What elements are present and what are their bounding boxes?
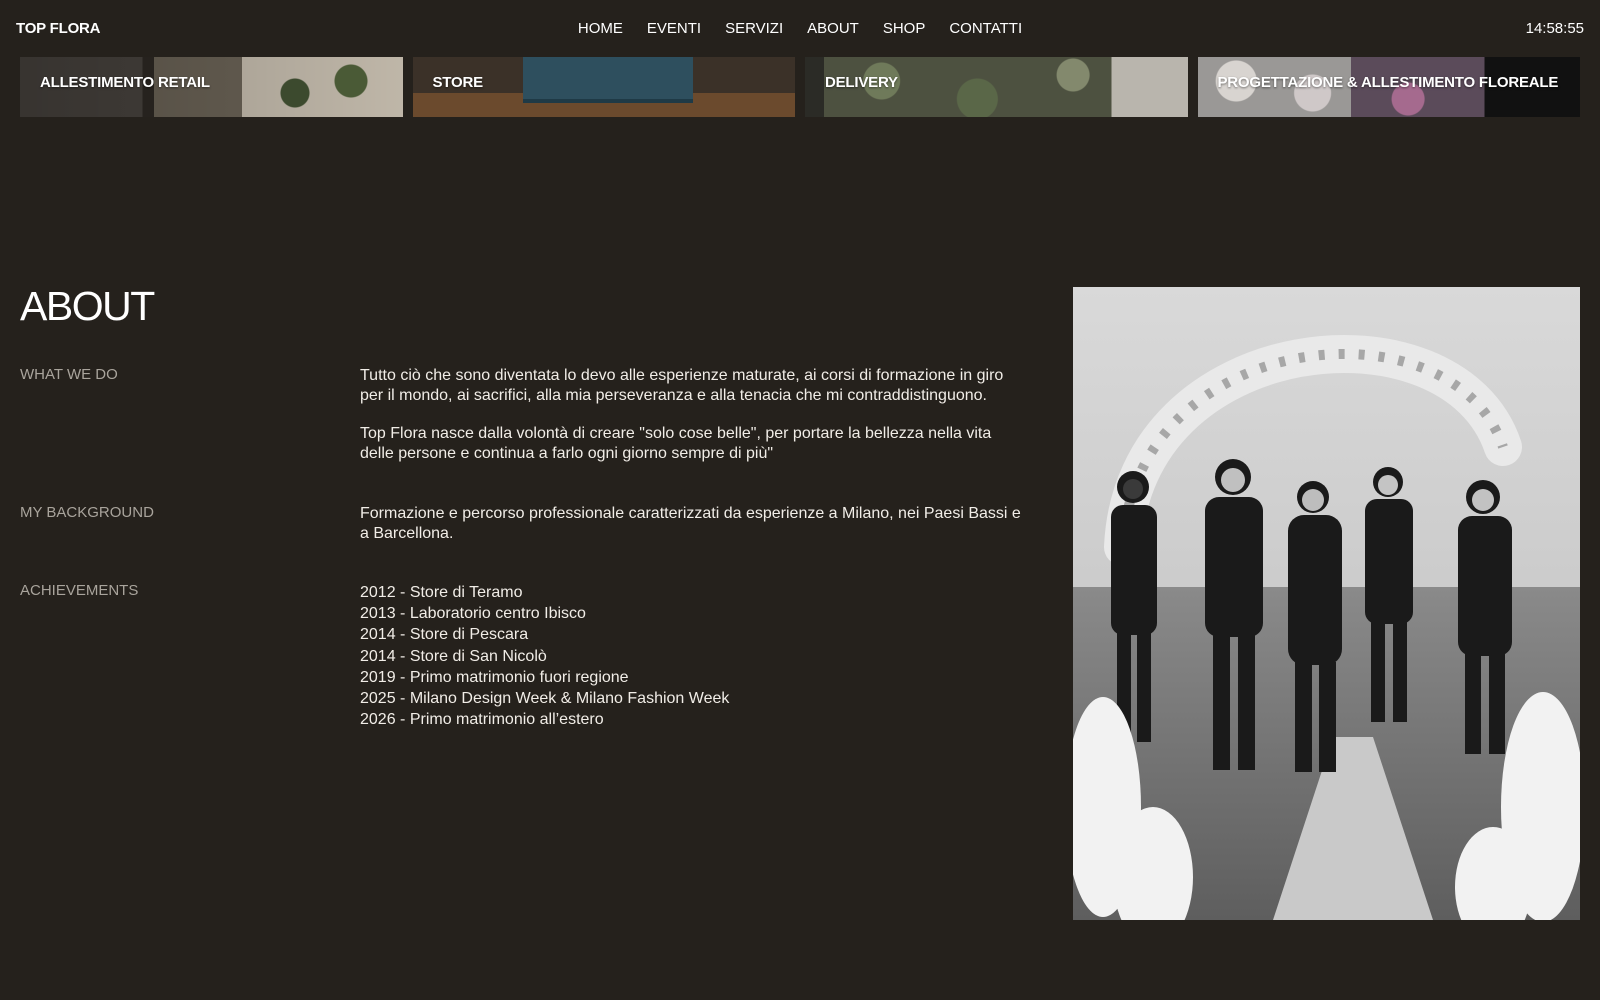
achievements-row: ACHIEVEMENTS 2012 - Store di Teramo 2013…: [20, 582, 1025, 730]
background-text: Formazione e percorso professionale cara…: [360, 505, 1021, 542]
nav-contatti[interactable]: CONTATTI: [949, 20, 1022, 37]
service-label: PROGETTAZIONE & ALLESTIMENTO FLOREALE: [1217, 74, 1559, 91]
service-label: STORE: [432, 74, 484, 91]
nav-home[interactable]: HOME: [578, 20, 623, 37]
team-photo: [1073, 287, 1580, 920]
service-label: ALLESTIMENTO RETAIL: [40, 74, 210, 91]
achievement-item: 2019 - Primo matrimonio fuori regione: [360, 668, 629, 686]
what-we-do-paragraph: Tutto ciò che sono diventata lo devo all…: [360, 367, 1004, 404]
team-photo-illustration: [1073, 287, 1580, 920]
achievement-item: 2026 - Primo matrimonio all’estero: [360, 711, 604, 729]
nav-about[interactable]: ABOUT: [807, 20, 859, 37]
nav-shop[interactable]: SHOP: [883, 20, 926, 37]
brand-logo[interactable]: TOP FLORA: [16, 20, 101, 37]
site-header: TOP FLORA HOME EVENTI SERVIZI ABOUT SHOP…: [0, 0, 1600, 57]
about-title: ABOUT: [20, 283, 155, 329]
achievements-list: 2012 - Store di Teramo 2013 - Laboratori…: [360, 582, 1025, 730]
page: TOP FLORA HOME EVENTI SERVIZI ABOUT SHOP…: [0, 0, 1600, 1000]
achievements-label: ACHIEVEMENTS: [20, 582, 139, 599]
achievement-item: 2025 - Milano Design Week & Milano Fashi…: [360, 690, 730, 708]
services-strip: ALLESTIMENTO RETAIL STORE DELIVERY PROGE…: [20, 57, 1580, 117]
background-row: MY BACKGROUND Formazione e percorso prof…: [20, 504, 1025, 543]
service-label: DELIVERY: [825, 74, 898, 91]
main-nav: HOME EVENTI SERVIZI ABOUT SHOP CONTATTI: [578, 20, 1022, 37]
what-we-do-row: WHAT WE DO Tutto ciò che sono diventata …: [20, 366, 1025, 463]
service-card-store[interactable]: STORE: [412, 57, 795, 117]
background-label: MY BACKGROUND: [20, 504, 154, 521]
service-card-delivery[interactable]: DELIVERY: [805, 57, 1188, 117]
what-we-do-label: WHAT WE DO: [20, 366, 118, 383]
achievement-item: 2012 - Store di Teramo: [360, 584, 523, 601]
what-we-do-paragraph: Top Flora nasce dalla volontà di creare …: [360, 425, 992, 462]
nav-servizi[interactable]: SERVIZI: [725, 20, 783, 37]
service-card-floral[interactable]: PROGETTAZIONE & ALLESTIMENTO FLOREALE: [1197, 57, 1580, 117]
achievement-item: 2014 - Store di San Nicolò: [360, 647, 547, 665]
achievement-item: 2014 - Store di Pescara: [360, 626, 529, 644]
nav-eventi[interactable]: EVENTI: [647, 20, 701, 37]
service-card-retail[interactable]: ALLESTIMENTO RETAIL: [20, 57, 403, 117]
what-we-do-text: Tutto ciò che sono diventata lo devo all…: [360, 366, 1025, 463]
achievement-item: 2013 - Laboratorio centro Ibisco: [360, 605, 586, 623]
clock: 14:58:55: [1525, 20, 1584, 37]
